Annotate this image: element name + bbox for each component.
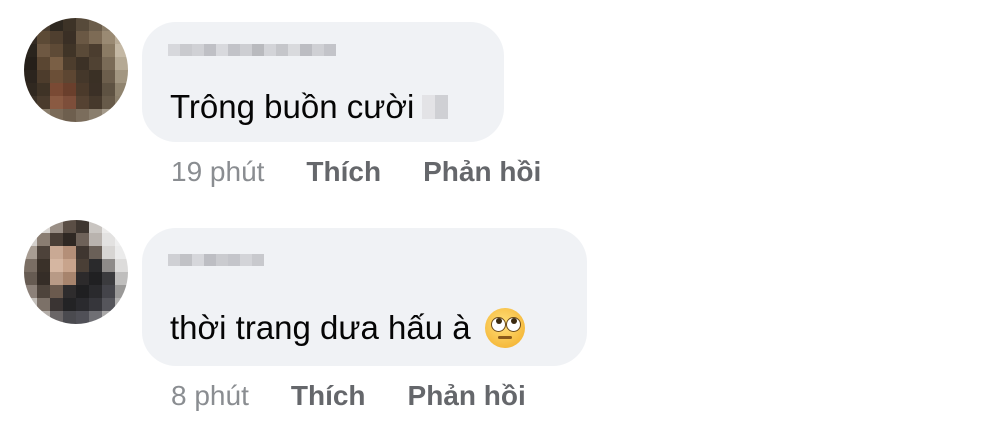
reply-button[interactable]: Phản hồi — [408, 380, 526, 412]
blurred-emoji — [422, 95, 449, 119]
author-name-blurred[interactable] — [168, 254, 264, 284]
comment-actions: 8 phút Thích Phản hồi — [171, 380, 526, 412]
comment-text-content: thời trang dưa hấu à — [170, 309, 471, 346]
comment-timestamp[interactable]: 8 phút — [171, 380, 249, 412]
avatar[interactable] — [24, 18, 128, 122]
like-button[interactable]: Thích — [306, 156, 381, 188]
comment-text: Trông buồn cười — [170, 88, 449, 126]
comment-timestamp[interactable]: 19 phút — [171, 156, 264, 188]
comment-bubble: Trông buồn cười — [142, 22, 504, 142]
like-button[interactable]: Thích — [291, 380, 366, 412]
face-with-rolling-eyes-icon — [484, 308, 525, 348]
author-name-blurred[interactable] — [168, 44, 336, 74]
comment-actions: 19 phút Thích Phản hồi — [171, 156, 541, 188]
reply-button[interactable]: Phản hồi — [423, 156, 541, 188]
comment-bubble: thời trang dưa hấu à — [142, 228, 587, 366]
avatar[interactable] — [24, 220, 128, 324]
comment-text-content: Trông buồn cười — [170, 88, 415, 125]
comment-text: thời trang dưa hấu à — [170, 308, 525, 348]
